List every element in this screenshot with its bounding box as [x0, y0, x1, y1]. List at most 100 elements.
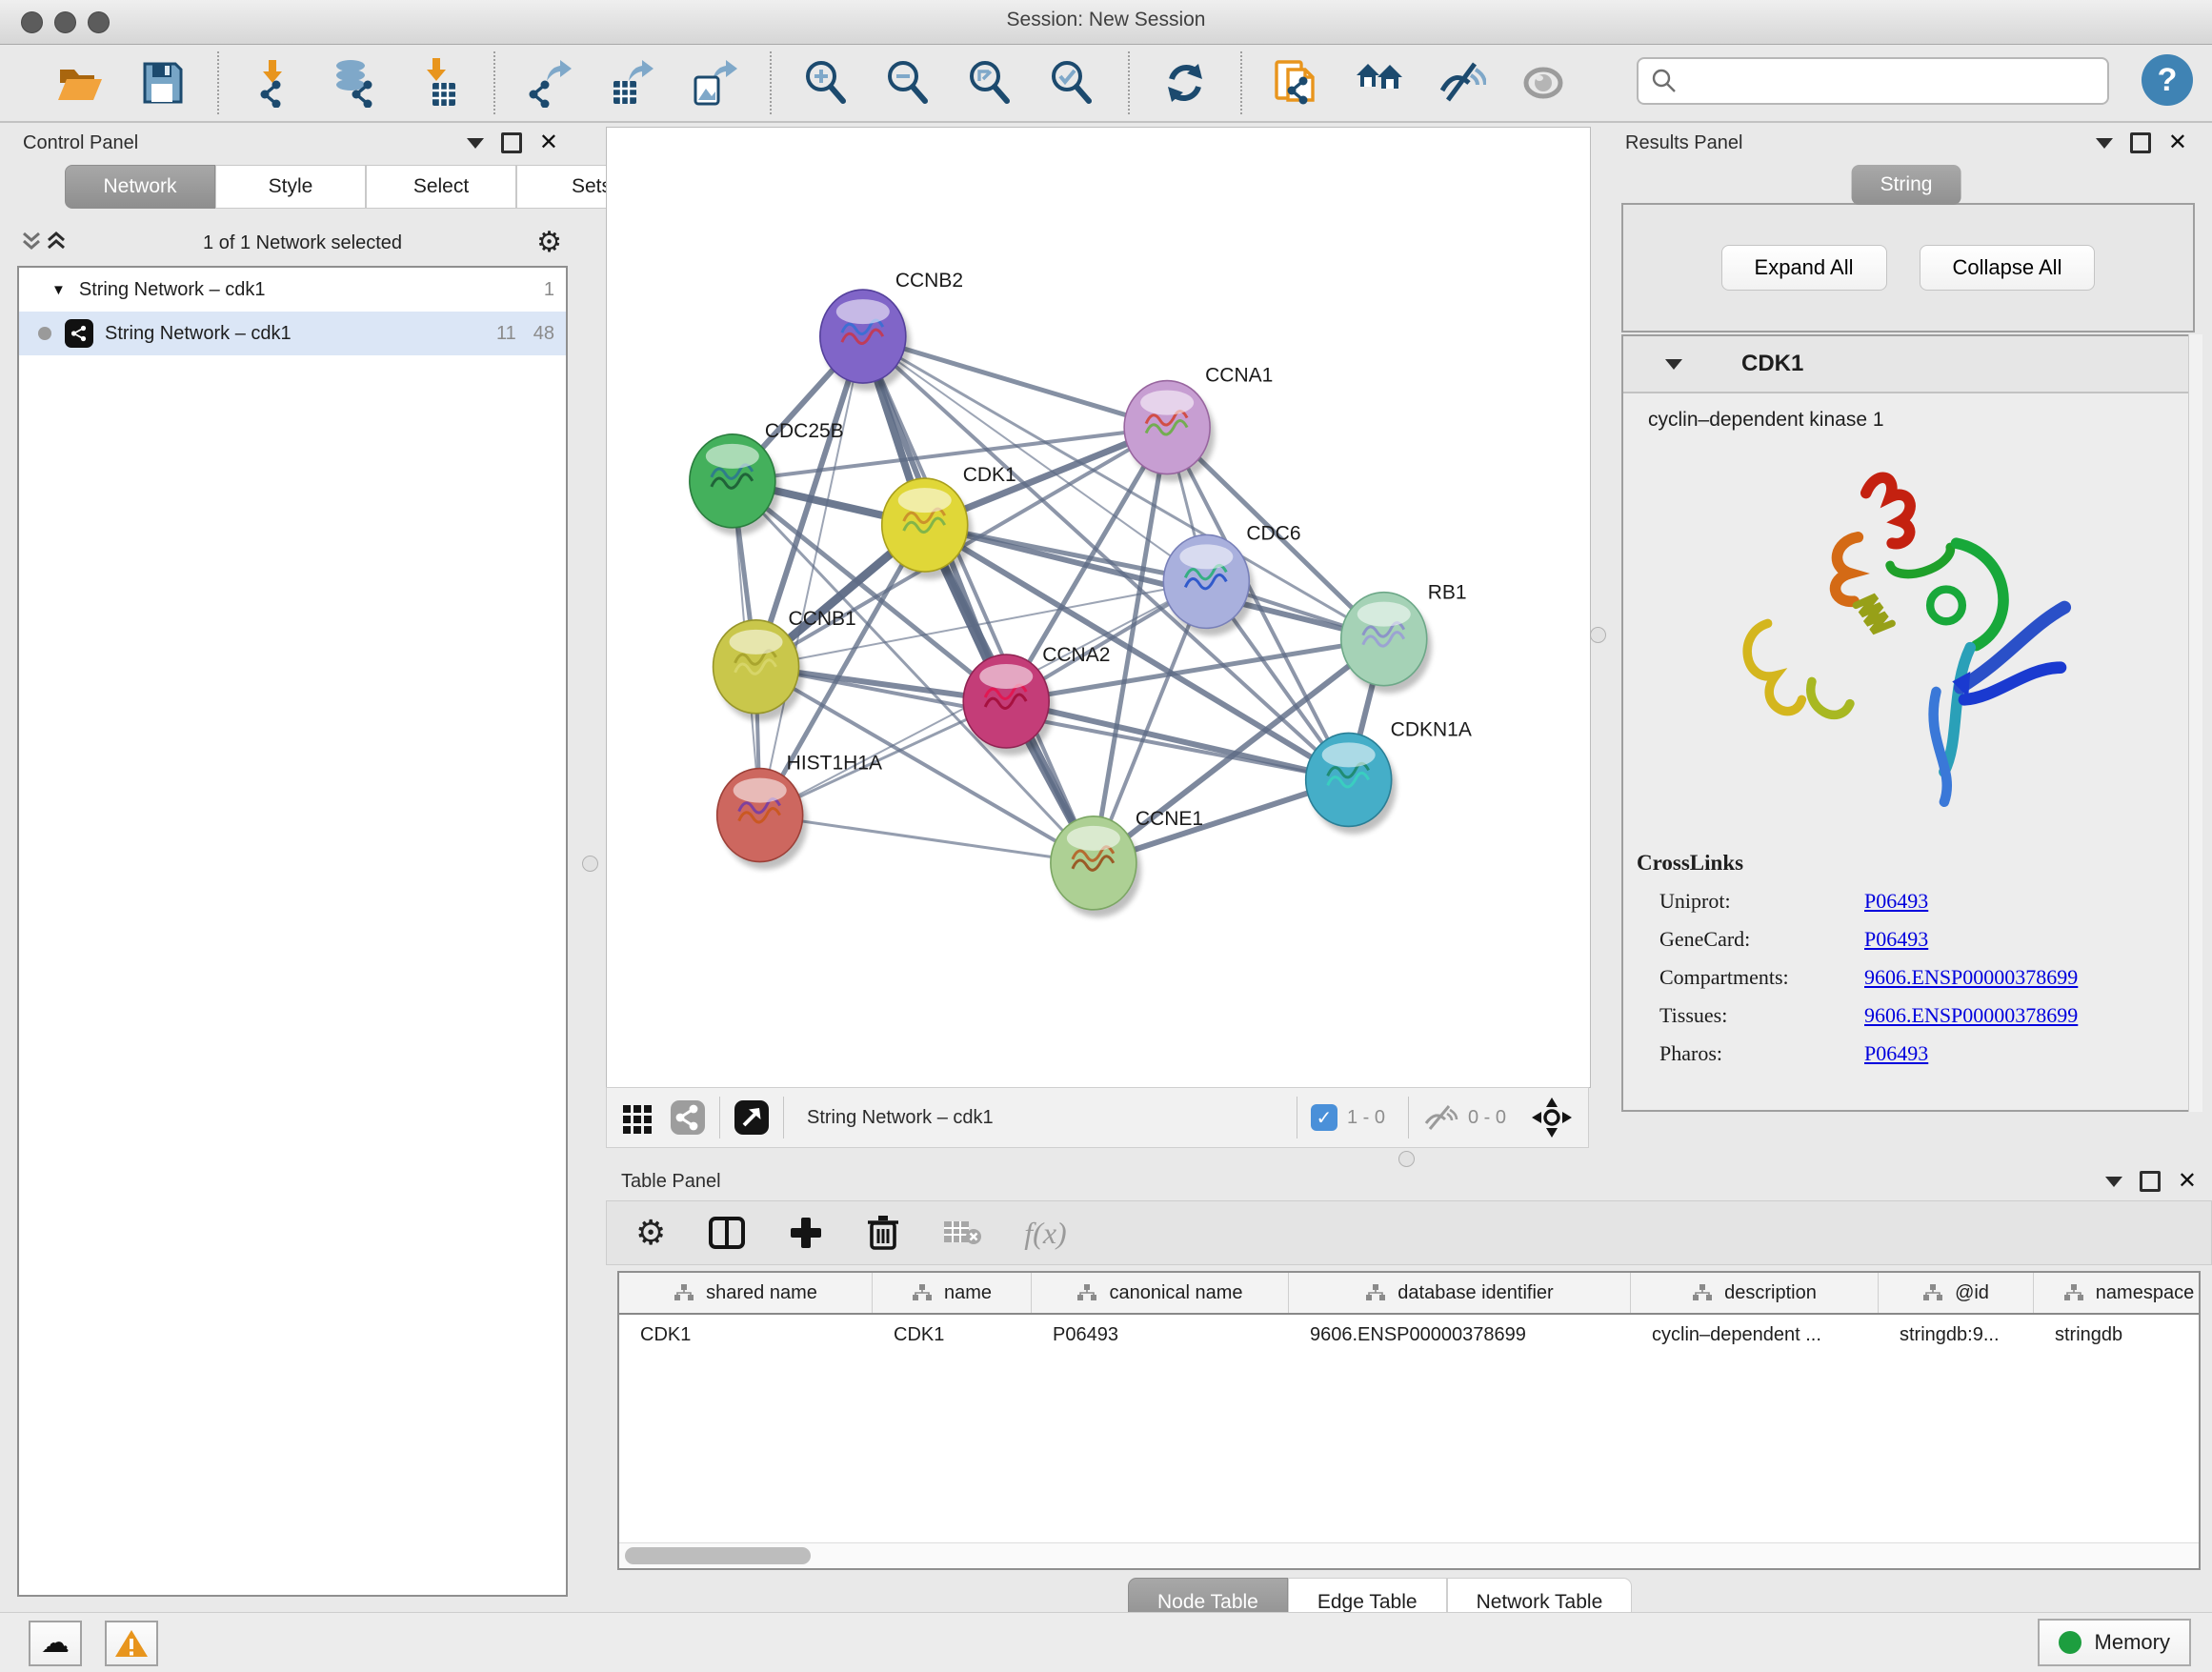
column-header-database-identifier[interactable]: database identifier: [1289, 1273, 1631, 1313]
zoom-in-button[interactable]: [800, 56, 854, 110]
import-table-button[interactable]: [412, 56, 465, 110]
tab-string[interactable]: String: [1852, 165, 1961, 205]
crosslink-link[interactable]: 9606.ENSP00000378699: [1864, 965, 2078, 990]
edge-HIST1H1A-CCNE1[interactable]: [760, 816, 1094, 863]
left-splitter-handle[interactable]: [582, 856, 598, 872]
share-network-icon[interactable]: [670, 1099, 706, 1136]
gene-card-header[interactable]: CDK1: [1623, 336, 2193, 393]
hide-selected-button[interactable]: [1435, 56, 1488, 110]
crosslink-link[interactable]: 9606.ENSP00000378699: [1864, 1003, 2078, 1028]
expand-all-button[interactable]: Expand All: [1721, 245, 1887, 291]
fit-content-button[interactable]: [964, 56, 1017, 110]
table-horizontal-scrollbar[interactable]: [619, 1542, 2199, 1568]
search-input[interactable]: [1679, 70, 2107, 93]
column-header--id[interactable]: @id: [1879, 1273, 2034, 1313]
import-network-file-button[interactable]: [248, 56, 301, 110]
add-column-icon[interactable]: [788, 1215, 824, 1251]
grid-view-icon[interactable]: [620, 1100, 654, 1135]
zoom-out-button[interactable]: [882, 56, 935, 110]
table-row[interactable]: CDK1CDK1P064939606.ENSP00000378699cyclin…: [619, 1315, 2199, 1355]
node-CCNB2[interactable]: [820, 290, 911, 391]
node-HIST1H1A[interactable]: [717, 769, 808, 870]
table-cell[interactable]: stringdb: [2034, 1315, 2201, 1355]
collapse-all-tree-icon[interactable]: [44, 228, 69, 258]
column-header-canonical-name[interactable]: canonical name: [1032, 1273, 1289, 1313]
refresh-view-button[interactable]: [1158, 56, 1212, 110]
memory-button[interactable]: Memory: [2038, 1619, 2191, 1666]
expand-all-tree-icon[interactable]: [19, 228, 44, 258]
hide-selected-icon: [1437, 58, 1486, 108]
import-network-database-button[interactable]: [330, 56, 383, 110]
results-scrollbar[interactable]: [2188, 334, 2202, 1112]
delete-table-icon[interactable]: [942, 1218, 982, 1248]
table-panel-close-icon[interactable]: ✕: [2178, 1170, 2197, 1193]
open-session-button[interactable]: [53, 56, 107, 110]
open-in-new-window-icon[interactable]: [734, 1099, 770, 1136]
network-canvas[interactable]: CCNB2CCNA1CDC25BCDK1CDC6RB1CCNB1CCNA2CDK…: [606, 127, 1591, 1088]
tab-select[interactable]: Select: [366, 165, 516, 209]
table-cell[interactable]: cyclin–dependent ...: [1631, 1315, 1879, 1355]
column-header-namespace[interactable]: namespace: [2034, 1273, 2201, 1313]
network-collection-row[interactable]: ▼ String Network – cdk1 1: [19, 268, 566, 312]
column-header-description[interactable]: description: [1631, 1273, 1879, 1313]
apply-function-icon[interactable]: f(x): [1024, 1216, 1066, 1251]
results-panel-collapse-icon[interactable]: [2096, 138, 2113, 149]
scrollbar-thumb[interactable]: [625, 1547, 811, 1564]
column-header-name[interactable]: name: [873, 1273, 1032, 1313]
node-label-HIST1H1A: HIST1H1A: [787, 753, 882, 775]
node-CDKN1A[interactable]: [1306, 733, 1397, 834]
network-row-selected[interactable]: String Network – cdk1 11 48: [19, 312, 566, 355]
show-all-button[interactable]: [1517, 56, 1570, 110]
node-CCNA1[interactable]: [1124, 381, 1215, 482]
tab-network[interactable]: Network: [65, 165, 215, 209]
edge-CCNB2-CCNE1[interactable]: [863, 336, 1094, 863]
table-cell[interactable]: CDK1: [873, 1315, 1032, 1355]
string-import-button[interactable]: [1271, 56, 1324, 110]
control-panel-close-icon[interactable]: ✕: [539, 131, 558, 154]
help-button[interactable]: ?: [2142, 54, 2193, 106]
network-options-gear-icon[interactable]: ⚙: [536, 229, 562, 257]
birdseye-view-icon[interactable]: [1531, 1097, 1573, 1138]
selected-nodes-checkbox[interactable]: ✓: [1311, 1104, 1337, 1131]
results-panel-float-icon[interactable]: [2130, 132, 2151, 153]
save-session-button[interactable]: [135, 56, 189, 110]
table-cell[interactable]: P06493: [1032, 1315, 1289, 1355]
crosslink-link[interactable]: P06493: [1864, 889, 1928, 914]
gene-collapse-icon[interactable]: [1665, 359, 1682, 370]
control-panel-float-icon[interactable]: [501, 132, 522, 153]
table-panel-float-icon[interactable]: [2140, 1171, 2161, 1192]
crosslink-link[interactable]: P06493: [1864, 1041, 1928, 1066]
export-image-button[interactable]: [688, 56, 741, 110]
cloud-button[interactable]: ☁: [29, 1621, 82, 1666]
node-CDK1[interactable]: [882, 478, 973, 579]
edge-CCNA2-CDKN1A[interactable]: [1006, 701, 1348, 779]
node-RB1[interactable]: [1341, 593, 1432, 694]
table-cell[interactable]: stringdb:9...: [1879, 1315, 2034, 1355]
show-columns-icon[interactable]: [708, 1214, 746, 1252]
table-panel-collapse-icon[interactable]: [2105, 1177, 2122, 1187]
node-label-CCNB2: CCNB2: [895, 270, 963, 292]
search-box[interactable]: [1637, 57, 2109, 105]
results-panel-close-icon[interactable]: ✕: [2168, 131, 2187, 154]
node-CCNE1[interactable]: [1051, 816, 1141, 917]
tab-style[interactable]: Style: [215, 165, 366, 209]
crosslink-link[interactable]: P06493: [1864, 927, 1928, 952]
delete-column-trash-icon[interactable]: [866, 1214, 900, 1252]
table-options-gear-icon[interactable]: ⚙: [635, 1216, 666, 1250]
zoom-selected-button[interactable]: [1046, 56, 1099, 110]
table-cell[interactable]: CDK1: [619, 1315, 873, 1355]
column-header-shared-name[interactable]: shared name: [619, 1273, 873, 1313]
warnings-button[interactable]: [105, 1621, 158, 1666]
export-table-button[interactable]: [606, 56, 659, 110]
first-neighbors-button[interactable]: [1353, 56, 1406, 110]
collapse-all-button[interactable]: Collapse All: [1920, 245, 2096, 291]
crosslink-label: Uniprot:: [1659, 889, 1864, 914]
node-CDC25B[interactable]: [690, 434, 780, 535]
right-splitter-handle[interactable]: [1590, 627, 1606, 643]
hidden-counter: 0 - 0: [1468, 1107, 1506, 1129]
tree-expander-icon[interactable]: ▼: [51, 282, 66, 298]
hidden-elements-icon[interactable]: [1422, 1102, 1458, 1133]
table-cell[interactable]: 9606.ENSP00000378699: [1289, 1315, 1631, 1355]
export-network-button[interactable]: [524, 56, 577, 110]
control-panel-collapse-icon[interactable]: [467, 138, 484, 149]
